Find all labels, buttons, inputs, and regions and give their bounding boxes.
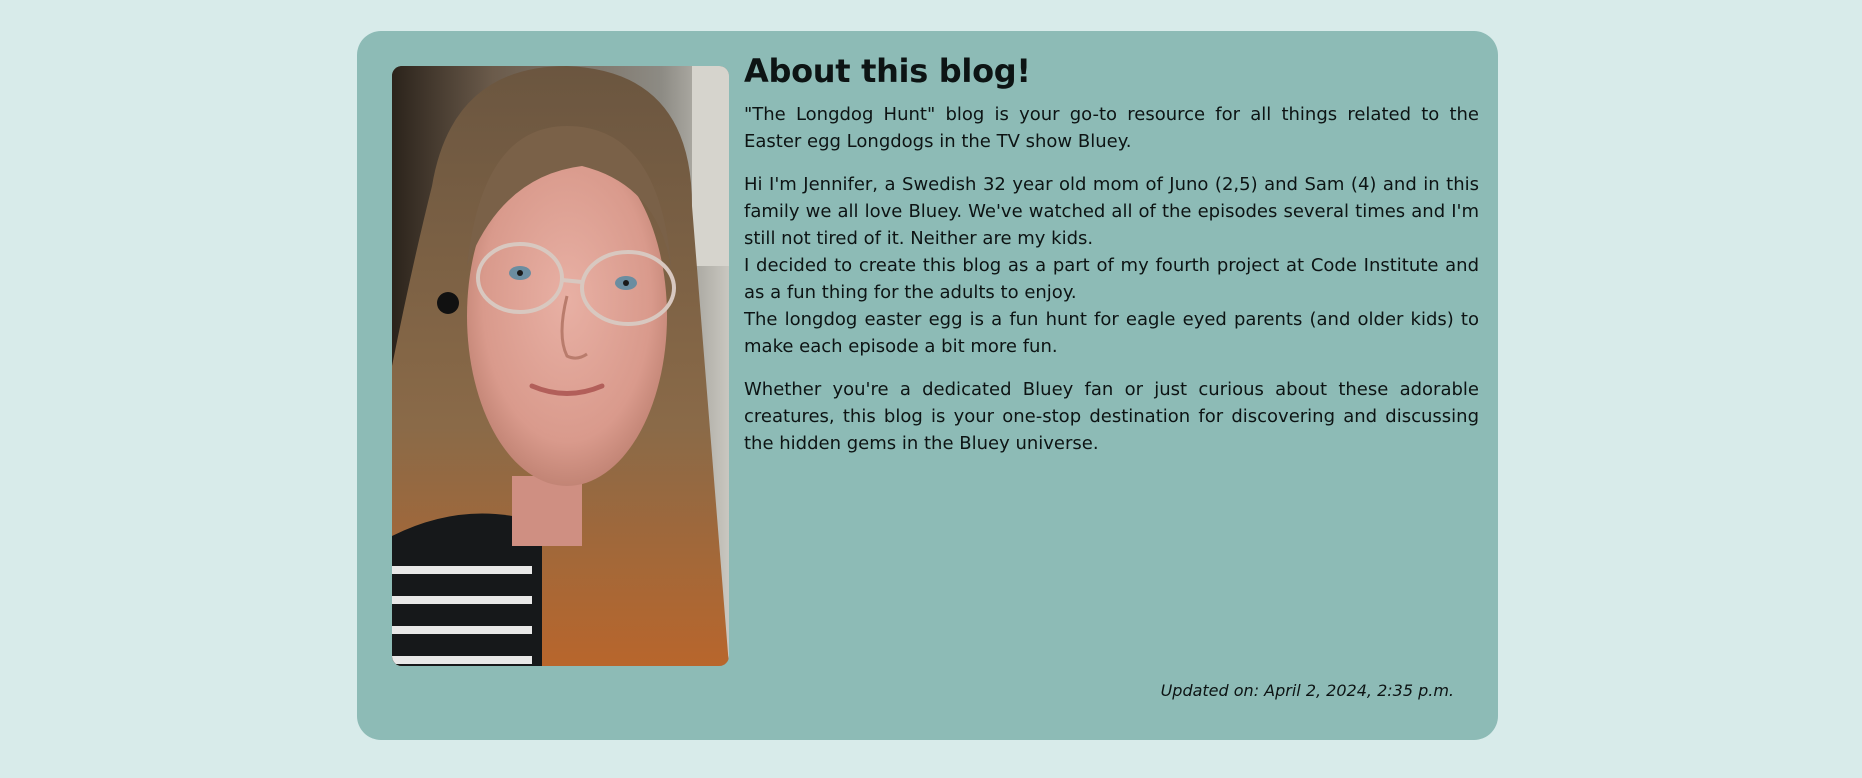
author-photo (392, 66, 729, 666)
about-bio: Hi I'm Jennifer, a Swedish 32 year old m… (744, 171, 1479, 360)
bio-line: The longdog easter egg is a fun hunt for… (744, 309, 1479, 357)
about-card: About this blog! "The Longdog Hunt" blog… (357, 31, 1498, 740)
about-title: About this blog! (744, 52, 1031, 90)
bio-line: Hi I'm Jennifer, a Swedish 32 year old m… (744, 174, 1479, 249)
author-portrait-image (392, 66, 729, 666)
updated-timestamp: Updated on: April 2, 2024, 2:35 p.m. (1160, 681, 1454, 700)
about-content: About this blog! "The Longdog Hunt" blog… (744, 51, 1479, 457)
about-closing: Whether you're a dedicated Bluey fan or … (744, 379, 1479, 454)
about-intro: "The Longdog Hunt" blog is your go-to re… (744, 104, 1479, 152)
bio-line: I decided to create this blog as a part … (744, 255, 1479, 303)
